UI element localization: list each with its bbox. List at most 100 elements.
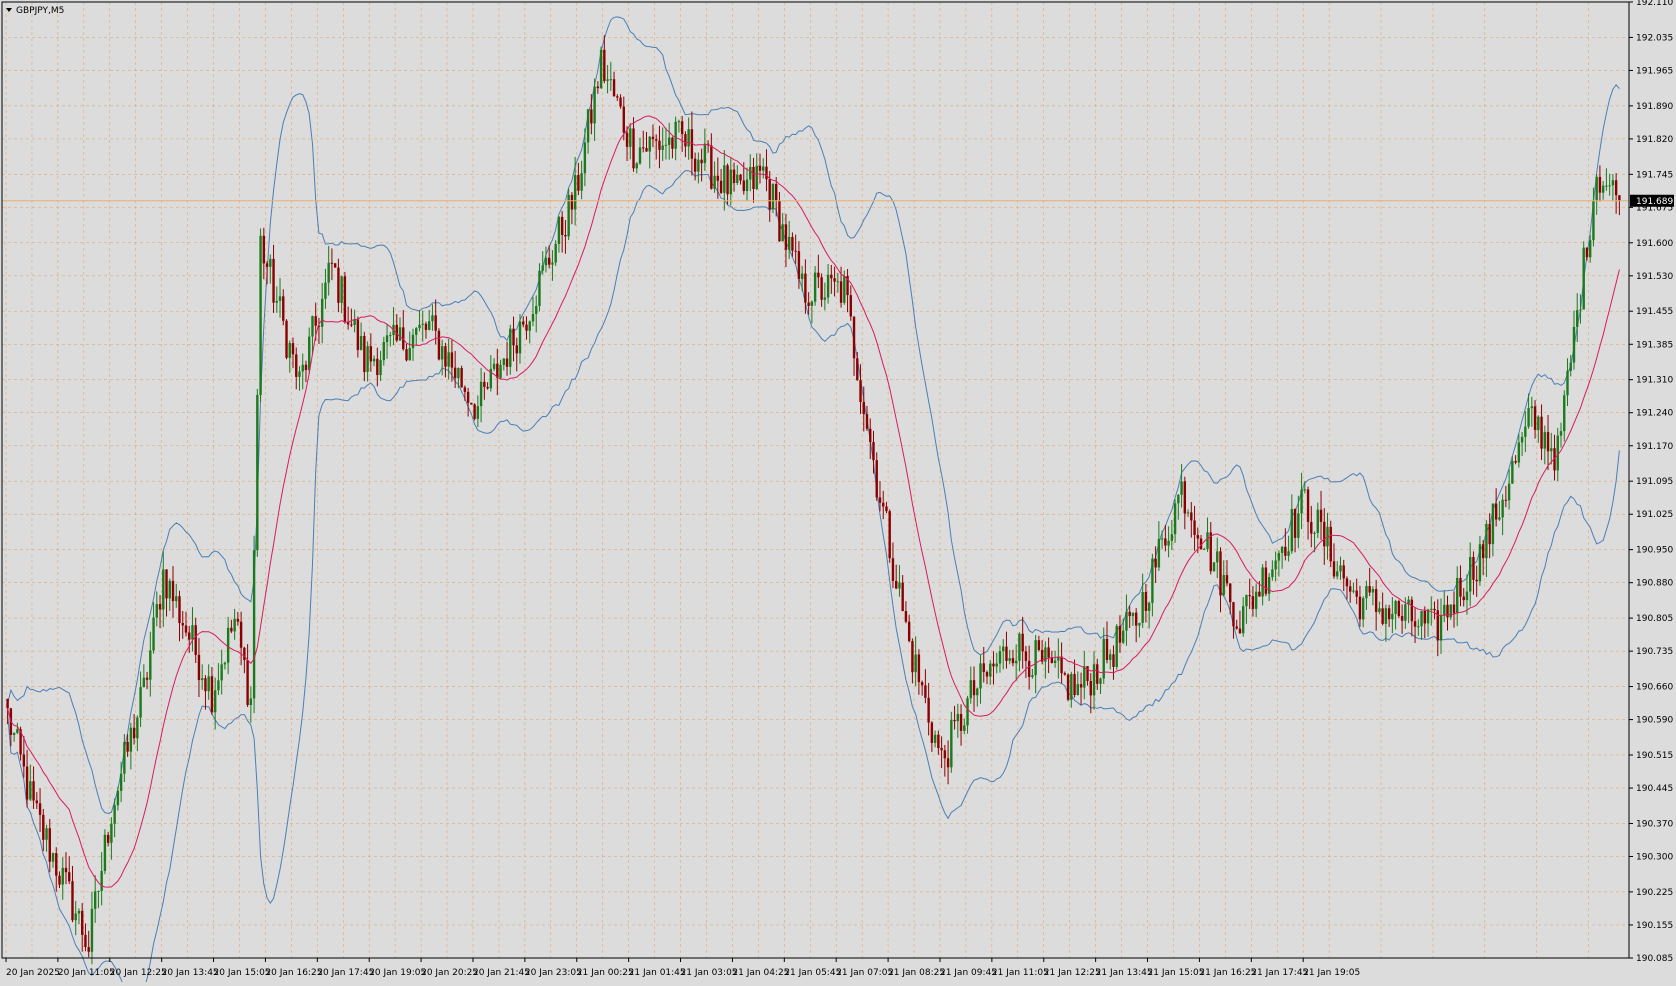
candle-bear bbox=[1164, 538, 1167, 546]
candle-bull bbox=[1274, 560, 1277, 570]
candle-bear bbox=[830, 274, 833, 279]
candle-bull bbox=[223, 662, 227, 665]
candle-bull bbox=[1404, 604, 1407, 621]
candle-bull bbox=[1543, 432, 1546, 449]
candle-bull bbox=[1537, 416, 1540, 430]
candle-bear bbox=[547, 257, 551, 265]
candle-bull bbox=[898, 582, 901, 589]
candle-bear bbox=[642, 147, 645, 149]
candle-bull bbox=[298, 371, 301, 377]
candle-bull bbox=[661, 145, 664, 150]
candle-bear bbox=[1368, 586, 1371, 593]
candle-bear bbox=[927, 697, 930, 723]
candle-bull bbox=[1572, 326, 1576, 363]
candle-bull bbox=[175, 596, 178, 602]
candle-bull bbox=[1605, 185, 1608, 187]
candle-bear bbox=[619, 97, 622, 107]
candle-bear bbox=[655, 139, 658, 141]
candle-bear bbox=[804, 273, 807, 303]
candle-bull bbox=[12, 732, 16, 735]
candle-bear bbox=[197, 654, 201, 681]
candle-bear bbox=[742, 180, 745, 192]
candle-bear bbox=[1413, 621, 1417, 627]
candle-bull bbox=[139, 687, 142, 718]
candle-bear bbox=[1306, 489, 1310, 522]
candle-bear bbox=[1258, 591, 1261, 597]
candle-bear bbox=[564, 234, 567, 237]
candle-bear bbox=[38, 803, 42, 815]
candle-bull bbox=[674, 121, 677, 149]
candle-bull bbox=[324, 282, 327, 299]
candle-bull bbox=[275, 300, 278, 303]
candle-bull bbox=[1018, 633, 1021, 661]
candle-bull bbox=[583, 142, 587, 174]
candle-bear bbox=[463, 387, 467, 392]
candle-bull bbox=[372, 358, 376, 362]
candle-bull bbox=[1507, 483, 1511, 501]
candle-bull bbox=[155, 604, 158, 618]
candle-bear bbox=[1024, 651, 1028, 661]
candle-bull bbox=[200, 678, 204, 681]
candle-bull bbox=[1287, 551, 1290, 556]
candle-bull bbox=[1261, 567, 1264, 597]
candle-bull bbox=[1336, 571, 1339, 577]
candle-bear bbox=[784, 224, 788, 250]
candle-bull bbox=[1167, 540, 1170, 546]
candle-bear bbox=[1118, 626, 1122, 643]
candle-bull bbox=[16, 729, 19, 733]
candle-bull bbox=[1378, 608, 1381, 612]
candle-bull bbox=[586, 109, 590, 143]
candle-bear bbox=[1050, 657, 1054, 663]
y-tick-label: 191.455 bbox=[1636, 307, 1673, 317]
y-tick-label: 190.805 bbox=[1636, 614, 1673, 624]
candle-bull bbox=[1070, 674, 1073, 700]
y-tick-label: 191.745 bbox=[1636, 170, 1673, 180]
candle-bear bbox=[466, 391, 470, 403]
candle-bear bbox=[1021, 633, 1024, 652]
candle-bull bbox=[1177, 494, 1180, 504]
candle-bear bbox=[32, 781, 35, 801]
candle-bull bbox=[762, 166, 765, 171]
candle-bear bbox=[1047, 647, 1050, 658]
candle-bull bbox=[1076, 684, 1080, 696]
candle-bear bbox=[1614, 180, 1618, 196]
candle-bear bbox=[1472, 557, 1475, 580]
candle-bear bbox=[719, 180, 723, 193]
candle-bear bbox=[1293, 509, 1297, 538]
y-tick-label: 191.530 bbox=[1636, 272, 1673, 282]
candle-bull bbox=[1083, 666, 1086, 688]
candle-bear bbox=[1323, 521, 1326, 547]
candle-bull bbox=[638, 147, 642, 164]
candle-bear bbox=[684, 134, 687, 147]
candle-bear bbox=[852, 316, 856, 359]
chart-window[interactable]: 192.110 192.035 191.965 191.890 191.820 191.7… bbox=[0, 0, 1676, 986]
candle-bull bbox=[1491, 503, 1495, 545]
candle-bull bbox=[1443, 604, 1446, 616]
candle-bear bbox=[849, 295, 852, 317]
candle-bull bbox=[113, 805, 116, 824]
candle-bull bbox=[823, 297, 827, 300]
candle-bull bbox=[1384, 608, 1388, 624]
x-tick-label: 20 Jan 16:25 bbox=[265, 968, 322, 978]
candle-bull bbox=[492, 363, 496, 369]
candle-bull bbox=[687, 129, 690, 147]
y-tick-label: 192.035 bbox=[1636, 33, 1673, 43]
candle-bull bbox=[749, 166, 752, 180]
candle-bear bbox=[622, 106, 625, 133]
candle-bull bbox=[116, 790, 120, 806]
y-tick-label: 191.890 bbox=[1636, 102, 1673, 112]
candlestick-chart[interactable]: 192.110 192.035 191.965 191.890 191.820 191.7… bbox=[0, 0, 1676, 986]
x-tick-label: 20 Jan 21:45 bbox=[473, 968, 530, 978]
candle-bull bbox=[677, 121, 681, 123]
candle-bear bbox=[1514, 461, 1517, 463]
candle-bull bbox=[1160, 538, 1164, 540]
candle-bull bbox=[320, 298, 324, 327]
candle-bull bbox=[278, 296, 282, 301]
candle-bull bbox=[421, 323, 424, 325]
y-tick-label: 191.095 bbox=[1636, 477, 1673, 487]
candle-bear bbox=[1251, 596, 1255, 609]
candle-bear bbox=[87, 947, 90, 952]
x-tick-label: 21 Jan 01:45 bbox=[629, 968, 686, 978]
candle-bear bbox=[210, 676, 214, 713]
candle-bull bbox=[1417, 626, 1420, 628]
